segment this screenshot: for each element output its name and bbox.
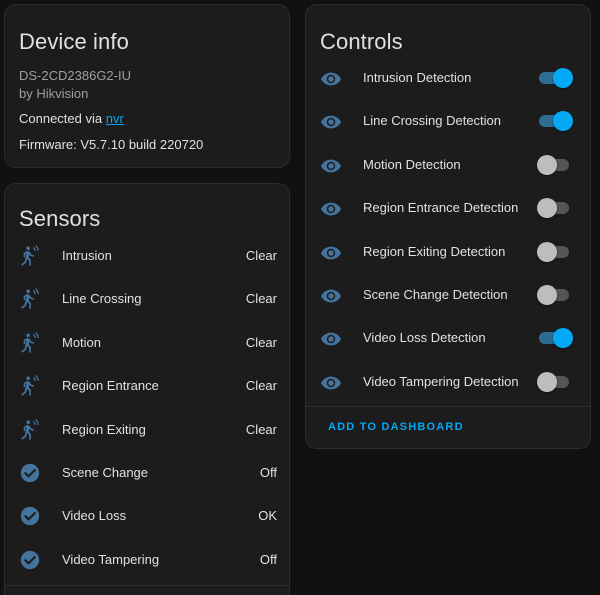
eye-icon [320,198,342,220]
controls-divider [306,406,590,407]
device-firmware: Firmware: V5.7.10 build 220720 [19,137,204,152]
motion-sensor-icon [19,245,41,267]
control-row: Region Entrance Detection [306,189,592,229]
toggle-thumb [553,328,573,349]
sensor-row[interactable]: Region Entrance Clear [5,367,291,407]
sensor-name: Video Tampering [62,551,160,567]
sensor-state: Off [259,465,277,480]
control-name: Intrusion Detection [363,70,472,85]
sensor-row[interactable]: Region Exiting Clear [5,411,291,451]
add-to-dashboard-button[interactable]: ADD TO DASHBOARD [320,417,472,437]
control-toggle[interactable] [537,67,573,89]
sensor-row[interactable]: Scene Change Off [5,454,291,494]
control-toggle[interactable] [537,241,573,263]
toggle-thumb [537,241,557,262]
sensor-state: Clear [245,421,277,437]
eye-icon [320,242,342,264]
sensor-state: Clear [245,248,277,263]
eye-icon [320,372,342,394]
sensor-name: Region Entrance [62,378,159,394]
control-name: Video Loss Detection [363,330,486,346]
sensors-title: Sensors [19,206,101,231]
eye-icon [320,111,342,133]
eye-icon [320,155,342,177]
check-circle-icon [19,462,41,484]
sensors-card: Sensors Intrusion Clear Line Crossing Clear… [4,183,290,595]
sensor-name: Motion [62,334,102,350]
eye-icon [320,285,342,307]
control-toggle[interactable] [537,284,573,306]
sensor-name: Region Exiting [62,421,146,437]
control-row: Line Crossing Detection [306,102,592,142]
nvr-link[interactable]: nvr [106,111,124,126]
motion-sensor-icon [19,288,41,310]
sensor-state: Clear [245,378,277,394]
device-manufacturer: by Hikvision [19,86,89,101]
sensor-row[interactable]: Video Tampering Off [5,541,291,581]
sensor-state: Clear [245,291,277,307]
sensor-name: Video Loss [62,508,127,524]
eye-icon [320,68,342,90]
toggle-thumb [553,111,573,132]
controls-card: Controls Intrusion Detection Line Crossin… [305,4,591,449]
toggle-thumb [553,68,573,88]
toggle-thumb [537,198,557,219]
device-connection: Connected via nvr [19,111,124,126]
control-row: Motion Detection [306,146,592,186]
control-name: Region Exiting Detection [363,243,506,259]
sensor-row[interactable]: Motion Clear [5,324,291,364]
toggle-thumb [537,154,557,175]
control-toggle[interactable] [537,371,573,393]
sensor-state: Off [259,551,277,567]
control-name: Motion Detection [363,156,461,172]
sensors-divider [5,585,289,586]
control-row: Intrusion Detection [306,59,592,99]
motion-sensor-icon [19,331,41,354]
sensor-name: Scene Change [62,465,149,480]
sensor-name: Intrusion [62,248,112,263]
control-toggle[interactable] [537,327,573,349]
check-circle-icon [19,505,41,527]
control-toggle[interactable] [537,197,573,219]
control-name: Video Tampering Detection [363,373,519,389]
device-info-title: Device info [19,29,129,54]
control-row: Video Loss Detection [306,319,592,359]
motion-sensor-icon [19,375,41,397]
controls-title: Controls [320,29,403,54]
sensor-name: Line Crossing [62,291,142,307]
check-circle-icon [19,549,41,571]
toggle-thumb [537,371,557,392]
device-info-card: Device info DS-2CD2386G2-IU by Hikvision… [4,4,290,168]
sensor-state: OK [258,508,277,524]
control-row: Scene Change Detection [306,276,592,316]
sensor-row[interactable]: Line Crossing Clear [5,280,291,320]
eye-icon [320,328,342,350]
connected-via-label: Connected via [19,111,106,126]
control-name: Region Entrance Detection [363,200,519,216]
sensor-state: Clear [245,334,277,350]
motion-sensor-icon [19,418,41,441]
sensor-row[interactable]: Video Loss OK [5,497,291,537]
control-toggle[interactable] [537,110,573,132]
control-row: Region Exiting Detection [306,233,592,273]
control-name: Line Crossing Detection [363,113,502,129]
toggle-thumb [537,285,557,305]
control-toggle[interactable] [537,154,573,176]
control-name: Scene Change Detection [363,287,508,302]
device-model: DS-2CD2386G2-IU [19,68,131,83]
control-row: Video Tampering Detection [306,363,592,403]
sensor-row[interactable]: Intrusion Clear [5,237,291,277]
